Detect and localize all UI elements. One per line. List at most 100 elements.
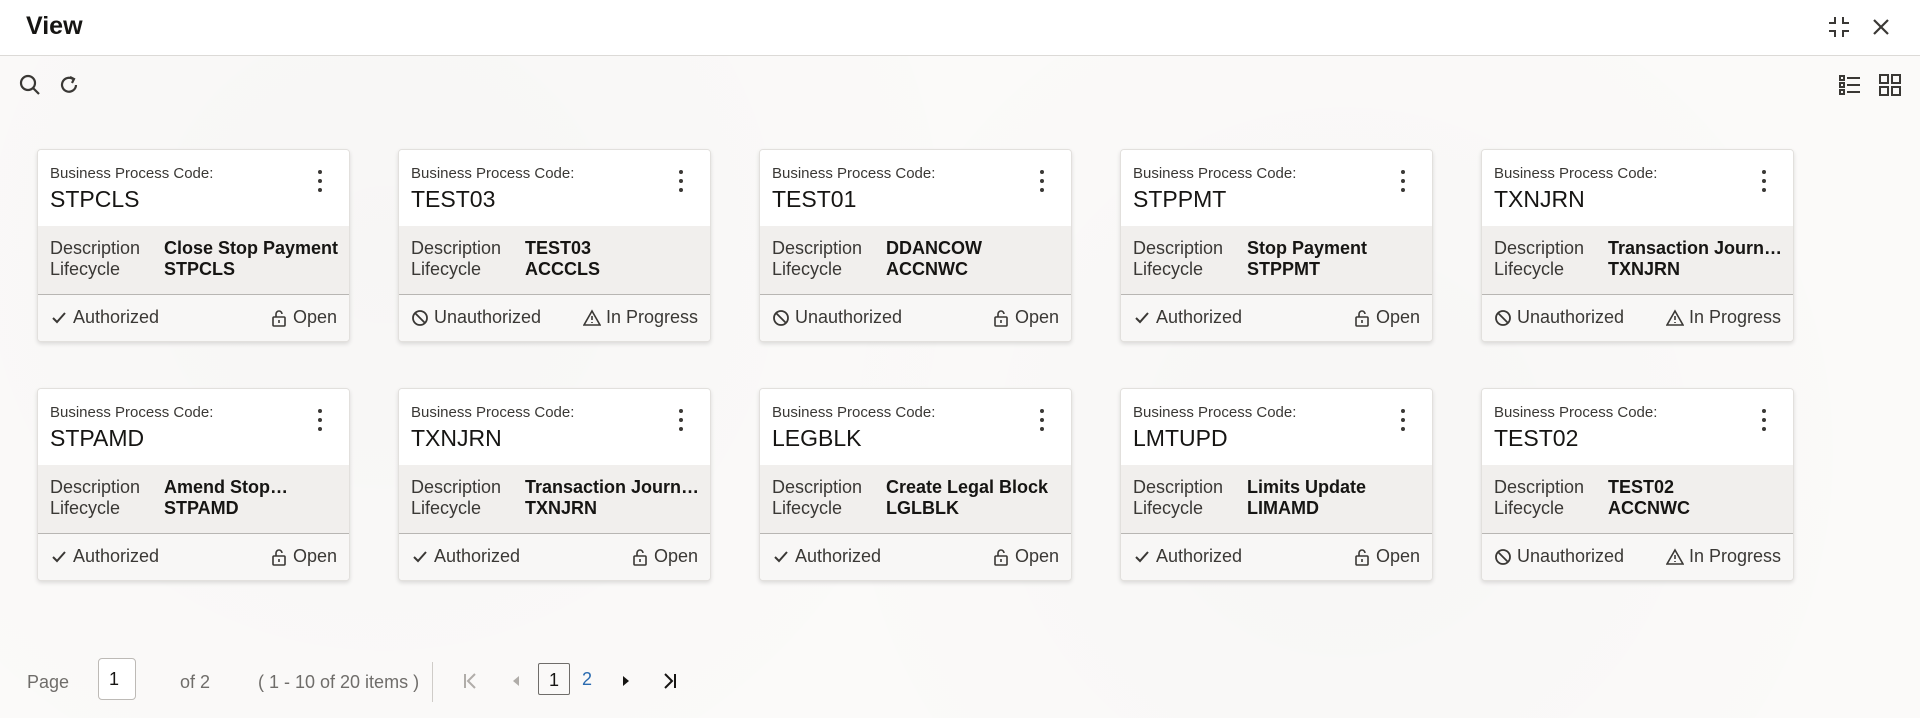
search-icon[interactable] (17, 72, 43, 98)
kebab-menu-icon[interactable] (313, 170, 327, 198)
process-card[interactable]: Business Process Code: TEST02 Descriptio… (1481, 388, 1794, 581)
unlock-icon (633, 548, 647, 566)
process-code-value: TXNJRN (411, 425, 502, 451)
pagination-bar: Page of 2 ( 1 - 10 of 20 items ) 1 2 (0, 658, 1920, 708)
record-state: Open (631, 546, 698, 567)
process-card[interactable]: Business Process Code: STPPMT Descriptio… (1120, 149, 1433, 342)
list-view-icon[interactable] (1837, 72, 1863, 98)
process-code-value: LMTUPD (1133, 425, 1228, 451)
process-code-value: TEST01 (772, 186, 857, 212)
lifecycle-value: TXNJRN (525, 498, 598, 518)
lifecycle-value: LGLBLK (886, 498, 959, 518)
lifecycle-value: ACCNWC (886, 259, 968, 279)
kebab-menu-icon[interactable] (674, 409, 688, 437)
lifecycle-label: Lifecycle (1133, 259, 1204, 279)
lifecycle-label: Lifecycle (411, 498, 482, 518)
last-page-icon[interactable] (657, 668, 683, 694)
page-2-button[interactable]: 2 (571, 663, 603, 695)
lifecycle-value: LIMAMD (1247, 498, 1319, 518)
process-code-value: LEGBLK (772, 425, 862, 451)
description-value: Create Legal Block (886, 477, 1049, 497)
card-details: Description TEST03 Lifecycle ACCCLS (399, 226, 710, 295)
kebab-menu-icon[interactable] (1396, 170, 1410, 198)
card-footer: Unauthorized In Progress (1482, 534, 1793, 580)
description-value: Limits Update (1247, 477, 1367, 497)
lifecycle-value: STPCLS (164, 259, 236, 279)
prev-page-icon[interactable] (503, 668, 529, 694)
process-code-label: Business Process Code: (1494, 404, 1658, 421)
kebab-menu-icon[interactable] (674, 170, 688, 198)
card-header: Business Process Code: STPAMD (38, 389, 349, 465)
lifecycle-label: Lifecycle (50, 498, 121, 518)
kebab-menu-icon[interactable] (1757, 409, 1771, 437)
process-code-label: Business Process Code: (772, 165, 936, 182)
check-icon (52, 550, 66, 562)
unlock-icon (272, 309, 286, 327)
description-label: Description (1133, 238, 1224, 258)
description-value: TEST03 (525, 238, 592, 258)
page-1-button[interactable]: 1 (538, 663, 570, 695)
kebab-menu-icon[interactable] (1035, 170, 1049, 198)
minimize-icon[interactable] (1826, 14, 1852, 40)
card-details: Description Create Legal Block Lifecycle L… (760, 465, 1071, 534)
lifecycle-value: ACCCLS (525, 259, 600, 279)
card-footer: Authorized Open (760, 534, 1071, 580)
kebab-menu-icon[interactable] (1035, 409, 1049, 437)
record-state: Open (992, 546, 1059, 567)
ban-icon (1495, 548, 1511, 565)
check-icon (413, 550, 427, 562)
process-card[interactable]: Business Process Code: TXNJRN Descriptio… (398, 388, 711, 581)
process-code-label: Business Process Code: (772, 404, 936, 421)
process-card[interactable]: Business Process Code: TEST03 Descriptio… (398, 149, 711, 342)
process-card[interactable]: Business Process Code: LEGBLK Descriptio… (759, 388, 1072, 581)
card-footer: Unauthorized In Progress (1482, 295, 1793, 341)
window-title: View (26, 12, 83, 40)
page-number-input[interactable] (98, 658, 136, 700)
check-icon (1135, 311, 1149, 323)
process-card[interactable]: Business Process Code: STPAMD Descriptio… (37, 388, 350, 581)
next-page-icon[interactable] (613, 668, 639, 694)
check-icon (1135, 550, 1149, 562)
card-footer: Authorized Open (399, 534, 710, 580)
card-header: Business Process Code: TXNJRN (1482, 150, 1793, 226)
grid-view-icon[interactable] (1877, 72, 1903, 98)
card-footer: Authorized Open (1121, 534, 1432, 580)
process-code-label: Business Process Code: (1133, 404, 1297, 421)
process-code-label: Business Process Code: (50, 165, 214, 182)
warning-icon (1665, 547, 1684, 565)
lifecycle-label: Lifecycle (772, 259, 843, 279)
process-code-label: Business Process Code: (50, 404, 214, 421)
record-state: In Progress (1665, 307, 1781, 328)
process-card[interactable]: Business Process Code: LMTUPD Descriptio… (1120, 388, 1433, 581)
ban-icon (773, 309, 789, 326)
card-header: Business Process Code: TEST02 (1482, 389, 1793, 465)
record-state: Open (1353, 307, 1420, 328)
kebab-menu-icon[interactable] (313, 409, 327, 437)
process-card[interactable]: Business Process Code: TEST01 Descriptio… (759, 149, 1072, 342)
pager-divider (432, 662, 433, 702)
auth-status: Unauthorized (772, 307, 902, 328)
description-label: Description (411, 477, 502, 497)
kebab-menu-icon[interactable] (1396, 409, 1410, 437)
description-label: Description (411, 238, 502, 258)
lifecycle-label: Lifecycle (772, 498, 843, 518)
process-card[interactable]: Business Process Code: STPCLS Descriptio… (37, 149, 350, 342)
lifecycle-value: STPPMT (1247, 259, 1321, 279)
first-page-icon[interactable] (457, 668, 483, 694)
warning-icon (1665, 308, 1684, 326)
unlock-icon (1355, 309, 1369, 327)
description-value: DDANCOW (886, 238, 982, 258)
description-value: Close Stop Payment (164, 238, 339, 258)
description-label: Description (1133, 477, 1224, 497)
card-header: Business Process Code: TEST03 (399, 150, 710, 226)
refresh-icon[interactable] (56, 72, 82, 98)
lifecycle-label: Lifecycle (411, 259, 482, 279)
unlock-icon (994, 309, 1008, 327)
card-footer: Authorized Open (38, 534, 349, 580)
close-icon[interactable] (1868, 14, 1894, 40)
kebab-menu-icon[interactable] (1757, 170, 1771, 198)
lifecycle-label: Lifecycle (1133, 498, 1204, 518)
card-footer: Unauthorized In Progress (399, 295, 710, 341)
process-card[interactable]: Business Process Code: TXNJRN Descriptio… (1481, 149, 1794, 342)
description-value: TEST02 (1608, 477, 1675, 497)
